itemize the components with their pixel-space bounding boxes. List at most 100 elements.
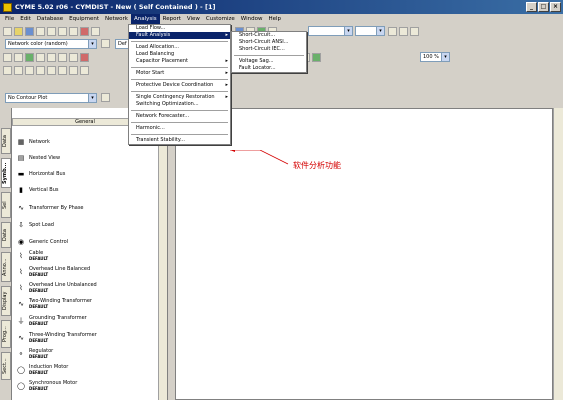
menu-item-fault-analysis[interactable]: Fault Analysis ▸ (129, 32, 230, 39)
menu-item-capacitor-placement[interactable]: Capacitor Placement ▸ (129, 58, 230, 65)
menu-separator (131, 91, 228, 92)
palette-item-three-winding-transformer[interactable]: ∿ Three-Winding Transformer DEFAULT (16, 332, 97, 343)
menu-window[interactable]: Window (238, 14, 266, 24)
menu-item-load-flow[interactable]: Load Flow... (129, 25, 230, 32)
splitter[interactable] (168, 108, 175, 400)
palette-item-nested-view[interactable]: ▤ Nested View (16, 153, 60, 163)
move-icon[interactable] (3, 52, 12, 62)
paste-icon[interactable] (69, 26, 78, 36)
menu-edit[interactable]: Edit (17, 14, 34, 24)
color-settings-icon[interactable] (101, 39, 110, 48)
palette-item-overhead-balanced[interactable]: ⌇ Overhead Line Balanced DEFAULT (16, 266, 90, 277)
palette-item-generic-control[interactable]: ◉ Generic Control (16, 237, 68, 247)
new-icon[interactable] (3, 26, 12, 36)
contour-combo[interactable]: No Contour Plot ▾ (5, 93, 97, 103)
tab-progress[interactable]: Prog... (1, 320, 11, 348)
arrow-icon[interactable] (58, 65, 67, 75)
minimize-button[interactable]: _ (526, 2, 537, 12)
palette-item-transformer-by-phase[interactable]: ∿ Transformer By Phase (16, 203, 83, 213)
undo-icon[interactable] (80, 26, 89, 36)
menu-item-network-forecaster[interactable]: Network Forecaster... (129, 113, 230, 120)
menu-report[interactable]: Report (160, 14, 184, 24)
menu-bar: File Edit Database Equipment Network Ana… (0, 14, 563, 24)
palette-scrollbar[interactable] (158, 118, 167, 400)
node-icon[interactable] (36, 65, 45, 75)
palette-item-induction-motor[interactable]: ◯ Induction Motor DEFAULT (16, 364, 68, 375)
menu-item-transient-stability[interactable]: Transient Stability... (129, 137, 230, 144)
menu-analysis[interactable]: Analysis (130, 14, 160, 24)
maximize-button[interactable]: □ (538, 2, 549, 12)
menu-view[interactable]: View (184, 14, 203, 24)
palette-item-overhead-unbalanced[interactable]: ⌇ Overhead Line Unbalanced DEFAULT (16, 282, 96, 293)
palette-item-vertical-bus[interactable]: ▮ Vertical Bus (16, 185, 58, 195)
palette-item-cable[interactable]: ⌇ Cable DEFAULT (16, 250, 48, 261)
layer-icon[interactable] (80, 65, 89, 75)
align-icon[interactable] (69, 52, 78, 62)
menu-item-harmonic[interactable]: Harmonic... (129, 125, 230, 132)
menu-item-switching-optimization[interactable]: Switching Optimization... (129, 101, 230, 108)
menu-network[interactable]: Network (102, 14, 131, 24)
canvas-scrollbar[interactable] (553, 108, 563, 400)
menu-item-load-balancing[interactable]: Load Balancing (129, 51, 230, 58)
tab-data-2[interactable]: Data (1, 222, 11, 248)
delete-icon[interactable] (80, 52, 89, 62)
search-icon[interactable] (388, 26, 397, 36)
menu-item-protective-device[interactable]: Protective Device Coordination ▸ (129, 82, 230, 89)
menu-item-short-circuit-ansi[interactable]: Short-Circuit ANSI... (232, 39, 306, 46)
zoom-value: 100 % (423, 54, 439, 60)
menu-help[interactable]: Help (265, 14, 284, 24)
contour-settings-icon[interactable] (101, 93, 110, 102)
branch-icon[interactable] (25, 65, 34, 75)
zoom-combo[interactable]: 100 % ▾ (420, 52, 450, 62)
group-icon[interactable] (47, 52, 56, 62)
tab-section[interactable]: Sect... (1, 352, 11, 380)
ungroup-icon[interactable] (58, 52, 67, 62)
tab-display[interactable]: Display (1, 286, 11, 316)
search-combo[interactable]: ▾ (355, 26, 385, 36)
menu-item-short-circuit-iec[interactable]: Short-Circuit IEC... (232, 46, 306, 53)
tab-symbols[interactable]: Symb... (1, 158, 11, 188)
menu-file[interactable]: File (2, 14, 17, 24)
palette-item-spot-load[interactable]: ⇩ Spot Load (16, 220, 54, 230)
palette-item-two-winding-transformer[interactable]: ∿ Two-Winding Transformer DEFAULT (16, 298, 92, 309)
connect-icon[interactable] (25, 52, 34, 62)
line-tool-icon[interactable] (3, 65, 12, 75)
tab-annotation[interactable]: Anno... (1, 252, 11, 282)
copy-icon[interactable] (58, 26, 67, 36)
network-color-combo[interactable]: Network color (random) ▾ (5, 39, 97, 49)
palette-item-label: Generic Control (29, 239, 69, 245)
edit-icon[interactable] (410, 26, 419, 36)
link-icon[interactable] (47, 65, 56, 75)
tab-selection[interactable]: Sel (1, 192, 11, 218)
palette-item-horizontal-bus[interactable]: ▬ Horizontal Bus (16, 169, 66, 179)
cut-icon[interactable] (47, 26, 56, 36)
menu-customize[interactable]: Customize (203, 14, 238, 24)
print-icon[interactable] (36, 26, 45, 36)
curve-tool-icon[interactable] (14, 65, 23, 75)
menu-database[interactable]: Database (34, 14, 66, 24)
close-button[interactable]: × (550, 2, 561, 12)
palette-item-regulator[interactable]: ⚬ Regulator DEFAULT (16, 348, 53, 359)
rotate-icon[interactable] (14, 52, 23, 62)
menu-item-single-contingency[interactable]: Single Contingency Restoration ▸ (129, 94, 230, 101)
menu-item-voltage-sag[interactable]: Voltage Sag... (232, 58, 306, 65)
palette-item-grounding-transformer[interactable]: ⏚ Grounding Transformer DEFAULT (16, 315, 87, 326)
menu-item-fault-locator[interactable]: Fault Locator... (232, 65, 306, 72)
menu-item-motor-start[interactable]: Motor Start ▸ (129, 70, 230, 77)
filter-combo[interactable]: ▾ (308, 26, 353, 36)
menu-item-short-circuit[interactable]: Short-Circuit... (232, 32, 306, 39)
palette-item-network[interactable]: ▦ Network (16, 137, 50, 147)
standard-toolbar (0, 25, 100, 37)
check-icon[interactable] (312, 52, 321, 62)
palette-item-sub: DEFAULT (29, 338, 49, 343)
open-icon[interactable] (14, 26, 23, 36)
menu-equipment[interactable]: Equipment (66, 14, 102, 24)
menu-item-load-allocation[interactable]: Load Allocation... (129, 44, 230, 51)
tab-data[interactable]: Data (1, 128, 11, 154)
save-icon[interactable] (25, 26, 34, 36)
find-icon[interactable] (399, 26, 408, 36)
redo-icon[interactable] (91, 26, 100, 36)
tag-icon[interactable] (69, 65, 78, 75)
disconnect-icon[interactable] (36, 52, 45, 62)
palette-item-synchronous-motor[interactable]: ◯ Synchronous Motor DEFAULT (16, 380, 77, 391)
